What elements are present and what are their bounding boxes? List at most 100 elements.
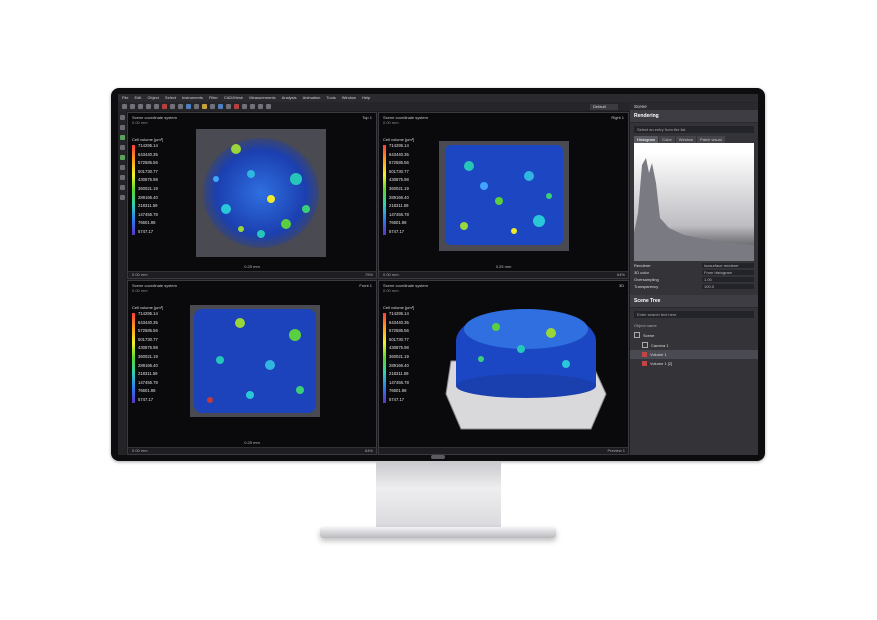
open-icon[interactable]	[130, 104, 135, 109]
viewport-front[interactable]: Scene coordinate system 0.00 mm Front 1 …	[127, 280, 377, 455]
redo-icon[interactable]	[154, 104, 159, 109]
move-icon[interactable]	[194, 104, 199, 109]
pointer-tool-icon[interactable]	[119, 115, 125, 120]
menu-help[interactable]: Help	[362, 94, 370, 102]
rotate-icon[interactable]	[210, 104, 215, 109]
rendering-section-title[interactable]: Rendering	[630, 110, 758, 123]
scale-bar-label: 0.25 mm	[495, 264, 512, 269]
viewport-3d[interactable]: Scene coordinate system 0.00 mm 3D Cell …	[378, 280, 629, 455]
tree-item-label: Scene	[643, 332, 655, 338]
menu-instruments[interactable]: Instruments	[182, 94, 203, 102]
checkbox-icon[interactable]	[634, 332, 640, 338]
legend-value: 643440.35	[389, 151, 409, 157]
viewport-coord-value: 0.00 mm	[132, 120, 148, 125]
oversampling-input[interactable]: 1.00	[702, 277, 754, 282]
color-legend: Cell volume [µm³] 714295.14 643440.35 57…	[383, 305, 415, 403]
menu-file[interactable]: File	[122, 94, 128, 102]
legend-value: 501730.77	[389, 336, 409, 342]
legend-value: 5747.17	[138, 396, 154, 402]
legend-value: 501730.77	[138, 336, 158, 342]
legend-value: 5747.17	[138, 228, 154, 234]
eraser-tool-icon[interactable]	[119, 185, 125, 190]
text-icon[interactable]	[258, 104, 263, 109]
viewport-footer: Preview 1	[379, 447, 628, 454]
save-icon[interactable]	[138, 104, 143, 109]
legend-color-bar	[383, 313, 386, 403]
zoom-level[interactable]: 64%	[617, 272, 625, 278]
menu-filter[interactable]: Filter	[209, 94, 218, 102]
menu-animation[interactable]: Animation	[303, 94, 321, 102]
menu-object[interactable]: Object	[147, 94, 159, 102]
camera-tool-icon[interactable]	[119, 195, 125, 200]
color-select[interactable]: From histogram	[702, 270, 754, 275]
undo-icon[interactable]	[146, 104, 151, 109]
legend-value: 289166.40	[138, 362, 158, 368]
tab-patch-visual[interactable]: Patch visual	[697, 136, 725, 143]
menu-cad-mesh[interactable]: CAD/Mesh	[224, 94, 243, 102]
measure-icon[interactable]	[226, 104, 231, 109]
app-screen: File Edit Object Select Instruments Filt…	[118, 94, 758, 455]
zoom-level[interactable]: 75%	[365, 272, 373, 278]
monitor-logo	[431, 455, 445, 459]
zoom-tool-icon[interactable]	[119, 145, 125, 150]
tree-item-scene[interactable]: Scene	[630, 330, 758, 340]
tree-item-volume-2[interactable]: Volume 1 [2]	[630, 359, 758, 368]
cut-icon[interactable]	[162, 104, 167, 109]
legend-value: 643440.35	[389, 319, 409, 325]
new-icon[interactable]	[122, 104, 127, 109]
zoom-level[interactable]: 64%	[365, 448, 373, 454]
viewport-right[interactable]: Scene coordinate system 0.00 mm Right 1 …	[378, 112, 629, 279]
menu-window[interactable]: Window	[342, 94, 356, 102]
fill-tool-icon[interactable]	[119, 175, 125, 180]
menu-select[interactable]: Select	[165, 94, 176, 102]
lasso-tool-icon[interactable]	[119, 165, 125, 170]
transparency-input[interactable]: 100.0	[702, 284, 754, 289]
grid-icon[interactable]	[250, 104, 255, 109]
legend-value: 714295.14	[138, 143, 158, 148]
viewport-top[interactable]: Scene coordinate system 0.00 mm Top 1 Ce…	[127, 112, 377, 279]
legend-value: 76601.98	[389, 220, 407, 226]
object-name-header: Object name	[634, 323, 657, 328]
preview-label[interactable]: Preview 1	[607, 448, 625, 454]
pen-tool-icon[interactable]	[119, 125, 125, 130]
rendering-entry-select[interactable]: Select an entry from the list	[634, 126, 754, 133]
legend-value: 643440.35	[138, 319, 158, 325]
menu-measurements[interactable]: Measurements	[249, 94, 275, 102]
property-label: Transparency	[634, 284, 659, 289]
legend-value: 360021.19	[389, 353, 409, 359]
tab-color[interactable]: Color	[659, 136, 675, 143]
layout-mode-select[interactable]: Default	[590, 103, 618, 110]
crop-icon[interactable]	[242, 104, 247, 109]
property-row: Oversampling 1.00	[634, 277, 754, 282]
legend-title: Cell volume [µm³]	[383, 305, 415, 310]
select-icon[interactable]	[186, 104, 191, 109]
paste-icon[interactable]	[178, 104, 183, 109]
warning-icon[interactable]	[266, 104, 271, 109]
tab-window[interactable]: Window	[675, 136, 697, 143]
histogram-view[interactable]	[634, 143, 754, 261]
menu-analysis[interactable]: Analysis	[282, 94, 297, 102]
scene-tree-search[interactable]: Enter search text here	[634, 311, 754, 318]
view-icon[interactable]	[218, 104, 223, 109]
sphere-tool-icon[interactable]	[119, 155, 125, 160]
menu-edit[interactable]: Edit	[134, 94, 141, 102]
marker-icon[interactable]	[234, 104, 239, 109]
monitor-base	[320, 527, 556, 538]
renderer-select[interactable]: Isosurface renderer	[702, 263, 754, 268]
legend-value: 218311.59	[138, 371, 158, 377]
tree-item-camera[interactable]: Camera 1	[630, 340, 758, 350]
volume-icon	[642, 352, 647, 357]
legend-value: 430875.98	[138, 177, 158, 183]
legend-value: 360021.19	[389, 185, 409, 191]
viewport-coord-value: 0.00 mm	[383, 288, 399, 293]
scene-tree-title[interactable]: Scene Tree	[630, 295, 758, 308]
copy-icon[interactable]	[170, 104, 175, 109]
color-legend: Cell volume [µm³] 714295.14 643440.35 57…	[132, 305, 163, 403]
star-icon[interactable]	[202, 104, 207, 109]
tree-item-volume-1[interactable]: Volume 1	[630, 350, 758, 359]
volume-icon	[642, 361, 647, 366]
tab-histogram[interactable]: Histogram	[634, 136, 659, 143]
menu-tools[interactable]: Tools	[326, 94, 335, 102]
checkbox-icon[interactable]	[642, 342, 648, 348]
region-tool-icon[interactable]	[119, 135, 125, 140]
